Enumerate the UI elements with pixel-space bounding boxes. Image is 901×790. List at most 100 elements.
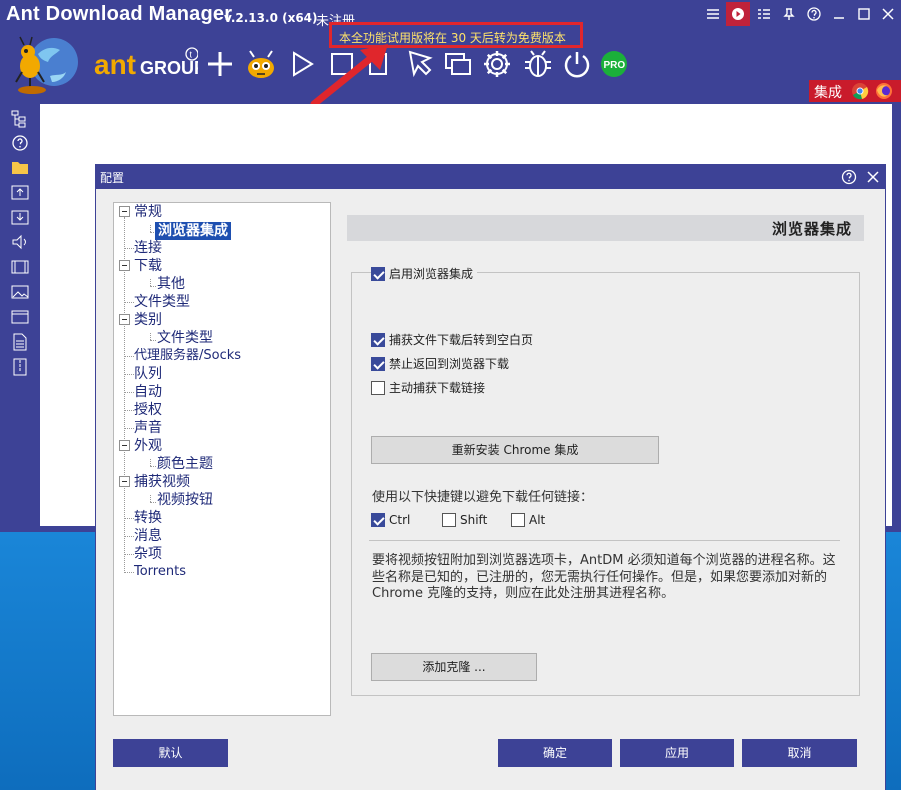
maximize-icon[interactable] (852, 2, 876, 26)
option-active-capture-label: 主动捕获下载链接 (389, 381, 486, 395)
add-clone-button[interactable]: 添加克隆 ... (371, 653, 537, 681)
cancel-button[interactable]: 取消 (742, 739, 857, 767)
tree-collapse-appearance[interactable] (119, 440, 130, 451)
integration-label: 集成 (814, 85, 842, 101)
key-ctrl-label: Ctrl (389, 513, 411, 527)
dialog-title: 配置 (100, 171, 125, 185)
tree-node-license[interactable]: 授权 (134, 401, 162, 419)
tree-node-messages[interactable]: 消息 (134, 527, 162, 545)
ok-button[interactable]: 确定 (498, 739, 612, 767)
option-block-browser-check[interactable] (371, 356, 385, 371)
tree-collapse-categories[interactable] (119, 314, 130, 325)
help-icon[interactable] (802, 2, 826, 26)
dialog-close-icon[interactable] (865, 169, 881, 185)
tree-node-sound[interactable]: 声音 (134, 419, 162, 437)
tree-node-downloads[interactable]: 下载 (134, 257, 162, 275)
svg-text:ant: ant (94, 49, 136, 80)
tree-icon[interactable] (11, 110, 29, 128)
tree-collapse-downloads[interactable] (119, 260, 130, 271)
svg-text:PRO: PRO (604, 60, 626, 71)
tree-node-automatic[interactable]: 自动 (134, 383, 162, 401)
bug-icon[interactable] (522, 48, 554, 80)
section-header: 浏览器集成 (347, 215, 864, 241)
tree-node-video-button[interactable]: 视频按钮 (157, 491, 213, 509)
enable-integration-check[interactable] (371, 266, 385, 281)
tree-node-color-theme[interactable]: 颜色主题 (157, 455, 213, 473)
tree-node-other[interactable]: 其他 (157, 275, 185, 293)
apply-button[interactable]: 应用 (620, 739, 734, 767)
tree-node-queue[interactable]: 队列 (134, 365, 162, 383)
tree-collapse-general[interactable] (119, 206, 130, 217)
chrome-icon[interactable] (851, 82, 869, 100)
section-divider (369, 540, 840, 541)
minimize-icon[interactable] (827, 2, 851, 26)
firefox-icon[interactable] (875, 82, 893, 100)
window-icon[interactable] (11, 308, 29, 326)
key-ctrl-check[interactable] (371, 513, 385, 527)
option-active-capture-check[interactable] (371, 380, 385, 395)
help-circle-icon[interactable] (11, 134, 29, 152)
key-alt-check[interactable] (511, 513, 525, 527)
tree-node-convert[interactable]: 转换 (134, 509, 162, 527)
tree-node-appearance[interactable]: 外观 (134, 437, 162, 455)
default-button[interactable]: 默认 (113, 739, 228, 767)
tree-collapse-capture-video[interactable] (119, 476, 130, 487)
tree-node-capture-video[interactable]: 捕获视频 (134, 473, 190, 491)
left-sidebar (0, 104, 40, 532)
tree-node-categories[interactable]: 类别 (134, 311, 162, 329)
key-ctrl-checkbox[interactable]: Ctrl (371, 513, 410, 527)
tree-node-file-types[interactable]: 文件类型 (134, 293, 190, 311)
windows-icon[interactable] (442, 48, 474, 80)
gear-icon[interactable] (481, 48, 513, 80)
video-icon[interactable] (11, 258, 29, 276)
option-goto-blank-check[interactable] (371, 332, 385, 347)
dialog-help-icon[interactable] (841, 169, 857, 185)
download-icon[interactable] (11, 208, 29, 226)
tree-node-connection[interactable]: 连接 (134, 239, 162, 257)
ant-mascot-icon[interactable] (242, 48, 280, 80)
menu-icon[interactable] (701, 2, 725, 26)
add-icon[interactable] (204, 48, 236, 80)
tree-node-general[interactable]: 常规 (134, 203, 162, 221)
key-alt-label: Alt (529, 513, 546, 527)
app-title: Ant Download Manager (6, 3, 233, 25)
power-icon[interactable] (561, 48, 593, 80)
clone-description: 要将视频按钮附加到浏览器选项卡，AntDM 必须知道每个浏览器的进程名称。这些名… (372, 553, 836, 601)
cursor-icon[interactable] (404, 48, 436, 80)
document-icon[interactable] (11, 333, 29, 351)
play-circle-icon[interactable] (726, 2, 750, 26)
pro-icon[interactable]: PRO (600, 50, 628, 78)
key-shift-check[interactable] (442, 513, 456, 527)
folder-icon[interactable] (11, 158, 29, 176)
integration-strip[interactable]: 集成 (809, 80, 901, 102)
reinstall-chrome-button[interactable]: 重新安装 Chrome 集成 (371, 436, 659, 464)
option-goto-blank-checkbox[interactable]: 捕获文件下载后转到空白页 (371, 331, 533, 348)
option-active-capture-checkbox[interactable]: 主动捕获下载链接 (371, 379, 485, 396)
close-icon[interactable] (876, 2, 900, 26)
list-icon[interactable] (752, 2, 776, 26)
callout-arrow-icon (310, 44, 388, 108)
option-goto-blank-label: 捕获文件下载后转到空白页 (389, 333, 534, 347)
image-icon[interactable] (11, 283, 29, 301)
tree-node-proxy[interactable]: 代理服务器/Socks (134, 347, 241, 365)
key-shift-label: Shift (460, 513, 488, 527)
key-shift-checkbox[interactable]: Shift (442, 513, 487, 527)
section-title: 浏览器集成 (771, 220, 852, 238)
dialog-titlebar: 配置 (96, 165, 885, 189)
upload-icon[interactable] (11, 183, 29, 201)
settings-tree: 常规 浏览器集成 连接 下载 其他 文件类型 类别 文件类型 代理服务器/Soc… (113, 202, 331, 716)
pin-icon[interactable] (777, 2, 801, 26)
key-alt-checkbox[interactable]: Alt (511, 513, 545, 527)
option-block-browser-label: 禁止返回到浏览器下载 (389, 357, 510, 371)
archive-icon[interactable] (11, 358, 29, 376)
option-block-browser-checkbox[interactable]: 禁止返回到浏览器下载 (371, 355, 509, 372)
svg-text:GROUP: GROUP (140, 58, 198, 78)
enable-integration-checkbox[interactable]: 启用浏览器集成 (371, 265, 478, 282)
tree-node-misc[interactable]: 杂项 (134, 545, 162, 563)
config-dialog: 配置 常规 浏览器集成 连接 下载 其他 文件类型 类别 文件类型 代理服务器/… (95, 164, 886, 790)
tree-node-torrents[interactable]: Torrents (134, 563, 186, 581)
tree-node-browser-integration[interactable]: 浏览器集成 (155, 222, 231, 240)
antgroup-logo: ant GROUP t (94, 47, 198, 80)
audio-icon[interactable] (11, 233, 29, 251)
tree-node-category-file-types[interactable]: 文件类型 (157, 329, 213, 347)
